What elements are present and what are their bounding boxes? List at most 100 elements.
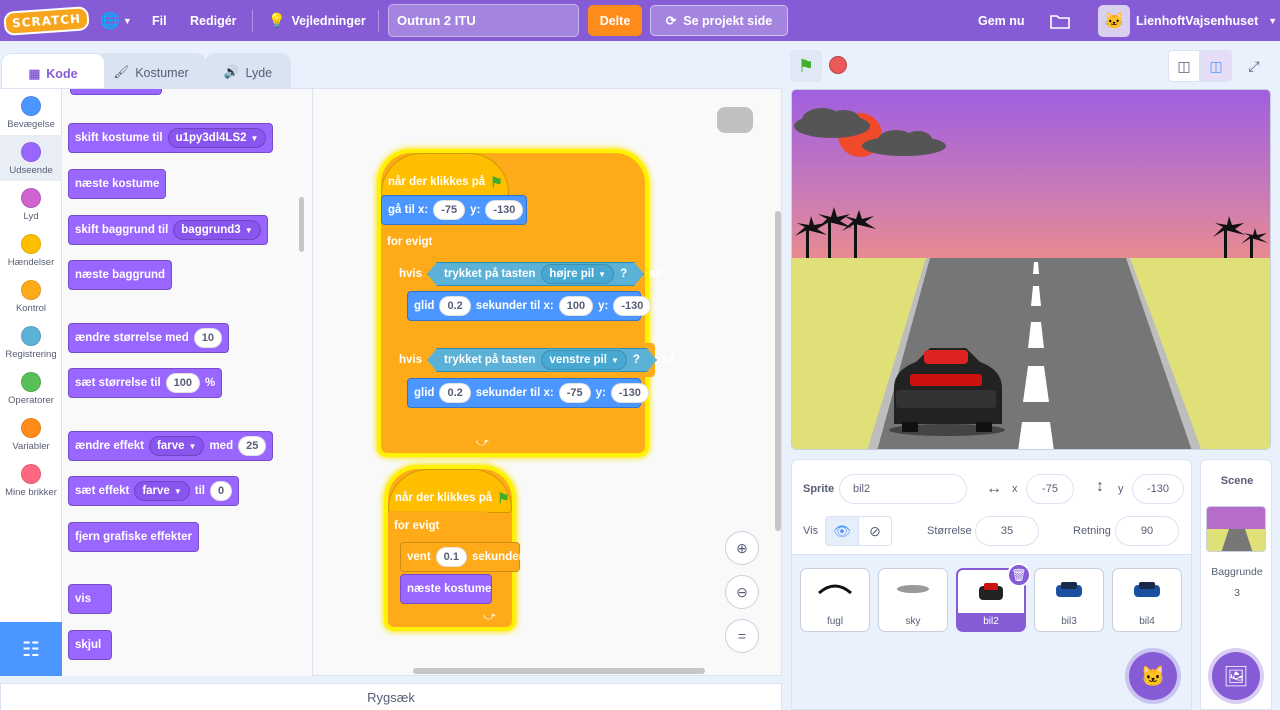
horizontal-scrollbar[interactable] — [413, 668, 705, 674]
block-set-size[interactable]: sæt størrelse til 100% — [68, 368, 223, 398]
block-set-effect[interactable]: sæt effekt farve ▼ til 0 — [68, 476, 240, 506]
tab-code[interactable]: ▦ Kode — [1, 53, 105, 93]
when-flag-clicked-block[interactable]: når der klikkes på ⚑ — [388, 469, 512, 513]
category-control[interactable]: Kontrol — [0, 273, 62, 319]
file-menu[interactable]: Fil — [152, 0, 167, 41]
block-text: glid — [414, 387, 435, 399]
glide-x-input[interactable]: -75 — [558, 383, 591, 403]
block-partial[interactable] — [70, 89, 162, 95]
size-input[interactable]: 35 — [975, 516, 1039, 546]
block-next-costume[interactable]: næste kostume — [68, 169, 167, 199]
add-sprite-button[interactable]: 🐱 — [1129, 652, 1177, 700]
stop-button[interactable] — [829, 56, 847, 74]
glide-block-1[interactable]: glid 0.2 sekunder til x: 100 y: -130 — [407, 291, 652, 321]
script-area[interactable]: når der klikkes på ⚑ gå til x: -75 y: -130 f… — [312, 88, 782, 676]
glide-seconds-input[interactable]: 0.2 — [439, 296, 471, 316]
sprite-tile-bil4[interactable]: bil4 — [1112, 568, 1182, 632]
sprite-tile-sky[interactable]: sky — [878, 568, 948, 632]
goto-xy-block[interactable]: gå til x: -75 y: -130 — [381, 195, 527, 225]
tutorials-button[interactable]: 💡 Vejledninger — [268, 0, 366, 41]
effect-dropdown[interactable]: farve ▼ — [149, 436, 205, 456]
edit-menu[interactable]: Redigér — [190, 0, 237, 41]
costume-dropdown[interactable]: u1py3dl4LS2 ▼ — [167, 128, 267, 148]
hide-sprite-button[interactable]: ⊘ — [858, 516, 892, 546]
category-sensing[interactable]: Registrering — [0, 319, 62, 365]
zoom-out-button[interactable]: ⊖ — [725, 575, 759, 609]
block-switch-costume[interactable]: skift kostume til u1py3dl4LS2 ▼ — [68, 123, 274, 153]
category-events[interactable]: Hændelser — [0, 227, 62, 273]
set-effect-input[interactable]: 0 — [209, 481, 233, 501]
scratch-logo[interactable]: SCRATCH — [3, 0, 91, 41]
fullscreen-button[interactable]: ⤢ — [1238, 50, 1270, 82]
next-costume-block[interactable]: næste kostume — [400, 574, 492, 604]
small-stage-button[interactable]: ◫ — [1168, 50, 1200, 82]
category-operators[interactable]: Operatorer — [0, 365, 62, 411]
goto-x-input[interactable]: -75 — [433, 200, 466, 220]
forever-block[interactable]: for evigt — [381, 227, 491, 257]
stage[interactable] — [791, 89, 1271, 450]
tab-costumes[interactable]: 🖌 Kostumer — [96, 53, 206, 91]
block-clear-effects[interactable]: fjern grafiske effekter — [68, 522, 199, 552]
my-stuff-folder-icon[interactable] — [1050, 0, 1070, 41]
palette-scrollbar[interactable] — [299, 197, 304, 252]
wait-block[interactable]: vent 0.1 sekunder — [400, 542, 523, 572]
block-switch-backdrop[interactable]: skift baggrund til baggrund3 ▼ — [68, 215, 268, 245]
backdrop-dropdown[interactable]: baggrund3 ▼ — [173, 220, 261, 240]
account-menu[interactable]: 🐱 LienhoftVajsenhuset ▼ — [1098, 0, 1277, 41]
category-motion[interactable]: Bevægelse — [0, 89, 62, 135]
glide-x-input[interactable]: 100 — [558, 296, 594, 316]
glide-block-2[interactable]: glid 0.2 sekunder til x: -75 y: -130 — [407, 378, 649, 408]
add-extension-button[interactable]: ☷ — [0, 622, 62, 676]
change-effect-input[interactable]: 25 — [238, 436, 267, 456]
set-size-input[interactable]: 100 — [165, 373, 201, 393]
category-variables[interactable]: Variabler — [0, 411, 62, 457]
normal-stage-button[interactable]: ◫ — [1200, 50, 1232, 82]
direction-input[interactable]: 90 — [1115, 516, 1179, 546]
zoom-reset-button[interactable]: = — [725, 619, 759, 653]
script-stack-1[interactable]: når der klikkes på ⚑ gå til x: -75 y: -130 f… — [381, 153, 675, 453]
key-pressed-block[interactable]: trykket på tasten venstre pil ▼? — [427, 348, 657, 372]
category-my-blocks[interactable]: Mine brikker — [0, 457, 62, 503]
language-menu[interactable]: 🌐 ▼ — [100, 0, 132, 41]
y-input[interactable]: -130 — [1132, 474, 1184, 504]
category-looks[interactable]: Udseende — [0, 135, 62, 181]
effect-dropdown[interactable]: farve ▼ — [134, 481, 190, 501]
see-project-page-button[interactable]: ⟳ Se projekt side — [650, 5, 788, 36]
x-input[interactable]: -75 — [1026, 474, 1074, 504]
block-hide[interactable]: skjul — [68, 630, 112, 660]
glide-seconds-input[interactable]: 0.2 — [439, 383, 471, 403]
delete-sprite-button[interactable]: 🗑 — [1007, 563, 1031, 587]
sprite-name: fugl — [826, 616, 844, 627]
block-show[interactable]: vis — [68, 584, 112, 614]
when-flag-clicked-block[interactable]: når der klikkes på ⚑ — [381, 153, 509, 197]
backpack[interactable]: Rygsæk — [0, 683, 782, 710]
script-stack-2[interactable]: når der klikkes på ⚑ for evigt vent 0.1 sek… — [388, 469, 523, 627]
save-now-button[interactable]: Gem nu — [978, 0, 1025, 41]
sprite-name-input[interactable]: bil2 — [839, 474, 967, 504]
block-change-effect[interactable]: ændre effekt farve ▼ med 25 — [68, 431, 274, 461]
goto-y-input[interactable]: -130 — [485, 200, 524, 220]
change-size-input[interactable]: 10 — [193, 328, 223, 348]
sprite-tile-fugl[interactable]: fugl — [800, 568, 870, 632]
glide-y-input[interactable]: -130 — [610, 383, 649, 403]
key-dropdown[interactable]: venstre pil ▼ — [541, 350, 626, 370]
block-change-size[interactable]: ændre størrelse med 10 — [68, 323, 230, 353]
if-then-block-1[interactable]: hvis trykket på tasten højre pil ▼? så — [393, 257, 662, 291]
add-backdrop-button[interactable]: 🖼 — [1212, 652, 1260, 700]
glide-y-input[interactable]: -130 — [613, 296, 652, 316]
key-pressed-block[interactable]: trykket på tasten højre pil ▼? — [427, 262, 644, 286]
share-button[interactable]: Delte — [588, 5, 642, 36]
category-sound[interactable]: Lyd — [0, 181, 62, 227]
block-next-backdrop[interactable]: næste baggrund — [68, 260, 173, 290]
show-sprite-button[interactable]: 👁 — [825, 516, 859, 546]
sprite-tile-bil3[interactable]: bil3 — [1034, 568, 1104, 632]
project-title-input[interactable]: Outrun 2 ITU — [388, 4, 579, 37]
green-flag-button[interactable]: ⚑ — [790, 50, 822, 82]
zoom-in-button[interactable]: ⊕ — [725, 531, 759, 565]
forever-block[interactable]: for evigt — [388, 511, 488, 541]
wait-seconds-input[interactable]: 0.1 — [435, 547, 467, 567]
vertical-scrollbar[interactable] — [775, 211, 781, 531]
key-dropdown[interactable]: højre pil ▼ — [541, 264, 614, 284]
tab-sounds[interactable]: 🔊 Lyde — [205, 53, 291, 91]
if-then-block-2[interactable]: hvis trykket på tasten venstre pil ▼? så — [393, 343, 675, 377]
